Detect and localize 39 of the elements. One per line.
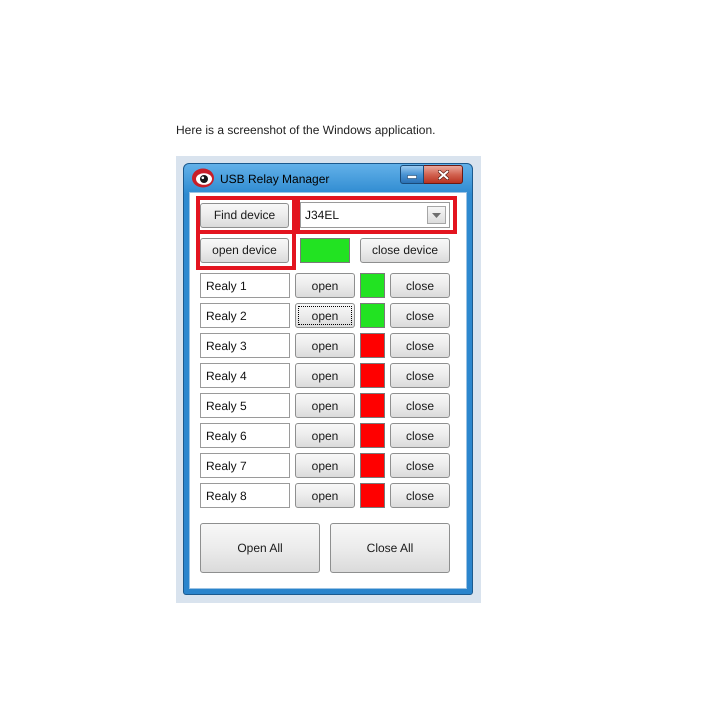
relay-name-field[interactable]: Realy 3 (200, 333, 290, 358)
relay-open-button[interactable]: open (295, 273, 355, 298)
relay-close-button[interactable]: close (390, 363, 450, 388)
relay-close-button[interactable]: close (390, 303, 450, 328)
relay-name-field[interactable]: Realy 8 (200, 483, 290, 508)
relay-open-button[interactable]: open (295, 423, 355, 448)
relay-open-button[interactable]: open (295, 393, 355, 418)
close-button[interactable] (424, 165, 463, 184)
minimize-icon (407, 175, 417, 179)
relay-close-button[interactable]: close (390, 423, 450, 448)
relay-open-button[interactable]: open (295, 333, 355, 358)
caption-text: Here is a screenshot of the Windows application. (176, 122, 436, 138)
relay-name-field[interactable]: Realy 6 (200, 423, 290, 448)
relay-close-button[interactable]: close (390, 453, 450, 478)
relay-name-field[interactable]: Realy 7 (200, 453, 290, 478)
open-all-button[interactable]: Open All (200, 523, 320, 573)
caret-icon (432, 212, 441, 218)
find-device-button[interactable]: Find device (200, 202, 289, 228)
relay-open-button[interactable]: open (295, 453, 355, 478)
relay-name-field[interactable]: Realy 5 (200, 393, 290, 418)
window-title: USB Relay Manager (220, 172, 330, 186)
relay-name-field[interactable]: Realy 2 (200, 303, 290, 328)
close-all-button[interactable]: Close All (330, 523, 450, 573)
relay-open-button[interactable]: open (295, 303, 355, 328)
relay-name-field[interactable]: Realy 1 (200, 273, 290, 298)
relay-open-button[interactable]: open (295, 483, 355, 508)
close-device-button[interactable]: close device (360, 238, 450, 262)
close-icon (438, 170, 448, 180)
relay-close-button[interactable]: close (390, 333, 450, 358)
eye-icon (192, 168, 214, 188)
open-device-button[interactable]: open device (200, 238, 289, 262)
dropdown-button[interactable] (427, 206, 446, 224)
device-dropdown[interactable]: J34EL (300, 202, 450, 228)
relay-name-field[interactable]: Realy 4 (200, 363, 290, 388)
relay-close-button[interactable]: close (390, 273, 450, 298)
minimize-button[interactable] (400, 165, 424, 184)
relay-close-button[interactable]: close (390, 393, 450, 418)
relay-open-button[interactable]: open (295, 363, 355, 388)
relay-close-button[interactable]: close (390, 483, 450, 508)
